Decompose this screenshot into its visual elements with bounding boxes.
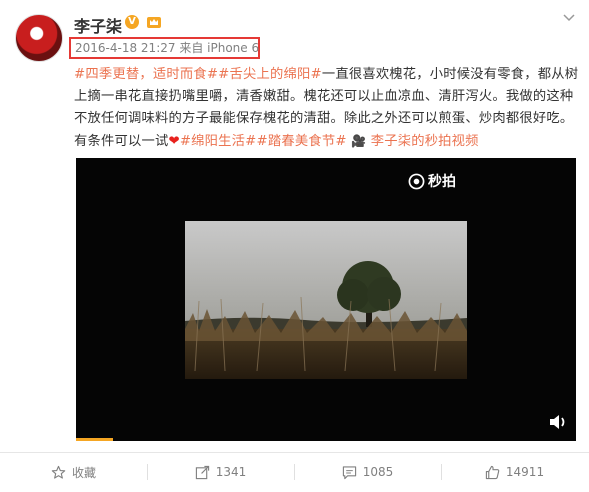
video-player[interactable]: 秒拍 (76, 158, 576, 441)
comment-icon (342, 465, 356, 479)
post-source[interactable]: 来自 iPhone 6 (179, 41, 259, 55)
watermark-label: 秒拍 (428, 174, 456, 190)
share-icon (195, 465, 209, 479)
video-thumbnail (185, 221, 467, 379)
favorite-button[interactable]: 收藏 (0, 453, 147, 491)
video-link-label: 李子柒的秒拍视频 (370, 134, 479, 149)
share-count: 1341 (215, 465, 247, 479)
username[interactable]: 李子柒 (74, 13, 122, 37)
hashtag-link[interactable]: #踏春美食节# (257, 134, 347, 149)
chevron-down-icon[interactable] (561, 10, 577, 26)
user-avatar[interactable] (15, 14, 63, 62)
hashtag-link[interactable]: #舌尖上的绵阳# (218, 67, 322, 82)
heart-emoji: ❤ (168, 134, 180, 149)
star-icon (51, 465, 66, 479)
like-button[interactable]: 14911 (441, 453, 588, 491)
comment-count: 1085 (362, 465, 394, 479)
member-crown-icon (147, 17, 161, 28)
post-text: #四季更替，适时而食##舌尖上的绵阳#一直很喜欢槐花，小时候没有零食，都从树上摘… (74, 64, 579, 153)
hashtag-link[interactable]: #四季更替，适时而食# (74, 67, 218, 82)
post-meta-highlight: 2016-4-18 21:27 来自 iPhone 6 (69, 37, 260, 59)
video-progress-bar[interactable] (76, 438, 113, 441)
video-link[interactable]: 🎥 李子柒的秒拍视频 (351, 134, 479, 149)
miaopai-watermark: 秒拍 (408, 171, 456, 191)
like-icon (485, 465, 500, 479)
post-timestamp[interactable]: 2016-4-18 21:27 (75, 41, 176, 55)
favorite-label: 收藏 (71, 465, 96, 480)
comment-button[interactable]: 1085 (294, 453, 441, 491)
hashtag-link[interactable]: #绵阳生活# (180, 134, 257, 149)
video-camera-icon: 🎥 (351, 134, 367, 148)
camera-icon (408, 173, 425, 189)
share-button[interactable]: 1341 (147, 453, 294, 491)
volume-icon[interactable] (548, 413, 568, 431)
like-count: 14911 (505, 465, 545, 479)
action-bar: 收藏 1341 1085 14911 (0, 452, 589, 491)
verified-badge-icon: V (125, 15, 139, 29)
